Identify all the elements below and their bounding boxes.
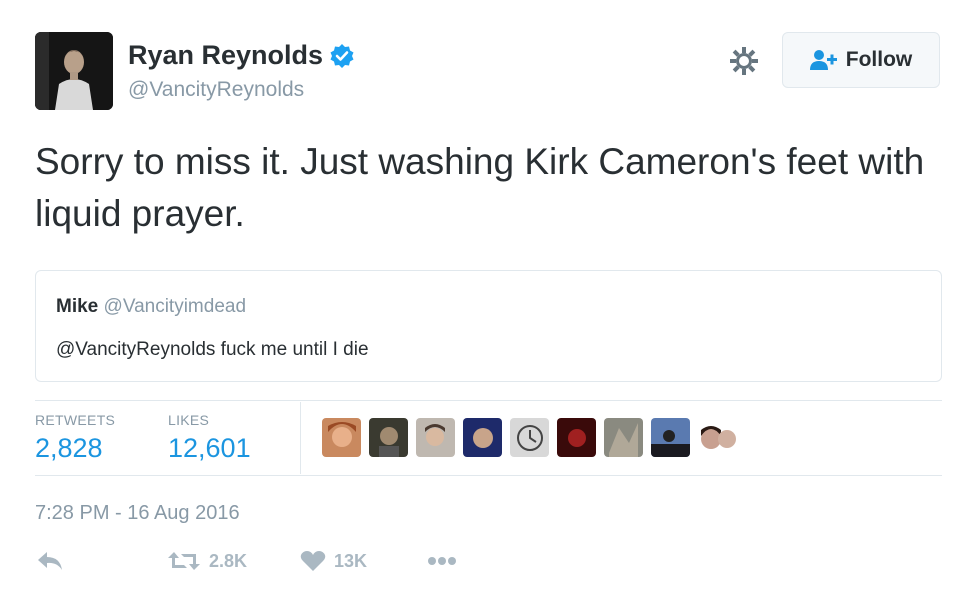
liker-avatar[interactable] — [510, 418, 549, 457]
reply-button[interactable] — [37, 550, 63, 572]
heart-icon — [300, 551, 326, 571]
liker-avatar[interactable] — [698, 418, 737, 457]
likes-label: LIKES — [168, 412, 210, 428]
liker-avatar[interactable] — [463, 418, 502, 457]
quoted-tweet-author: Mike @Vancityimdead — [56, 296, 246, 318]
quoted-tweet-name: Mike — [56, 296, 99, 317]
liker-avatar[interactable] — [557, 418, 596, 457]
author-avatar-image — [35, 32, 113, 110]
retweet-button[interactable]: 2.8K — [167, 550, 247, 572]
liker-avatars — [322, 418, 737, 458]
follow-button[interactable]: Follow — [782, 32, 940, 88]
retweet-icon — [168, 552, 200, 570]
divider — [35, 475, 942, 476]
verified-badge-icon — [330, 43, 354, 68]
like-count: 13K — [334, 550, 368, 571]
liker-avatar[interactable] — [604, 418, 643, 457]
reply-icon — [38, 552, 62, 570]
more-icon — [428, 557, 456, 565]
author-name-text: Ryan Reynolds — [128, 40, 324, 70]
tweet-timestamp[interactable]: 7:28 PM - 16 Aug 2016 — [35, 502, 240, 525]
liker-avatar[interactable] — [369, 418, 408, 457]
like-button[interactable]: 13K — [300, 550, 367, 572]
retweets-count[interactable]: 2,828 — [35, 433, 103, 464]
more-button[interactable] — [427, 556, 457, 566]
quoted-tweet[interactable]: Mike @Vancityimdead @VancityReynolds fuc… — [35, 270, 942, 382]
author-avatar[interactable] — [35, 32, 113, 110]
retweets-label: RETWEETS — [35, 412, 116, 428]
liker-avatar[interactable] — [322, 418, 361, 457]
stats-divider — [300, 402, 301, 474]
follow-user-icon — [809, 50, 837, 70]
likes-count[interactable]: 12,601 — [168, 433, 251, 464]
divider — [35, 400, 942, 401]
author-handle[interactable]: @VancityReynolds — [128, 78, 304, 102]
liker-avatar[interactable] — [416, 418, 455, 457]
liker-avatar[interactable] — [651, 418, 690, 457]
follow-button-label: Follow — [845, 48, 913, 71]
gear-icon[interactable] — [728, 45, 760, 77]
quoted-tweet-text: @VancityReynolds fuck me until I die — [56, 339, 369, 360]
retweet-count: 2.8K — [209, 550, 248, 571]
quoted-tweet-handle: @Vancityimdead — [103, 296, 247, 317]
author-name[interactable]: Ryan Reynolds — [128, 40, 355, 71]
tweet-text: Sorry to miss it. Just washing Kirk Came… — [35, 141, 925, 234]
